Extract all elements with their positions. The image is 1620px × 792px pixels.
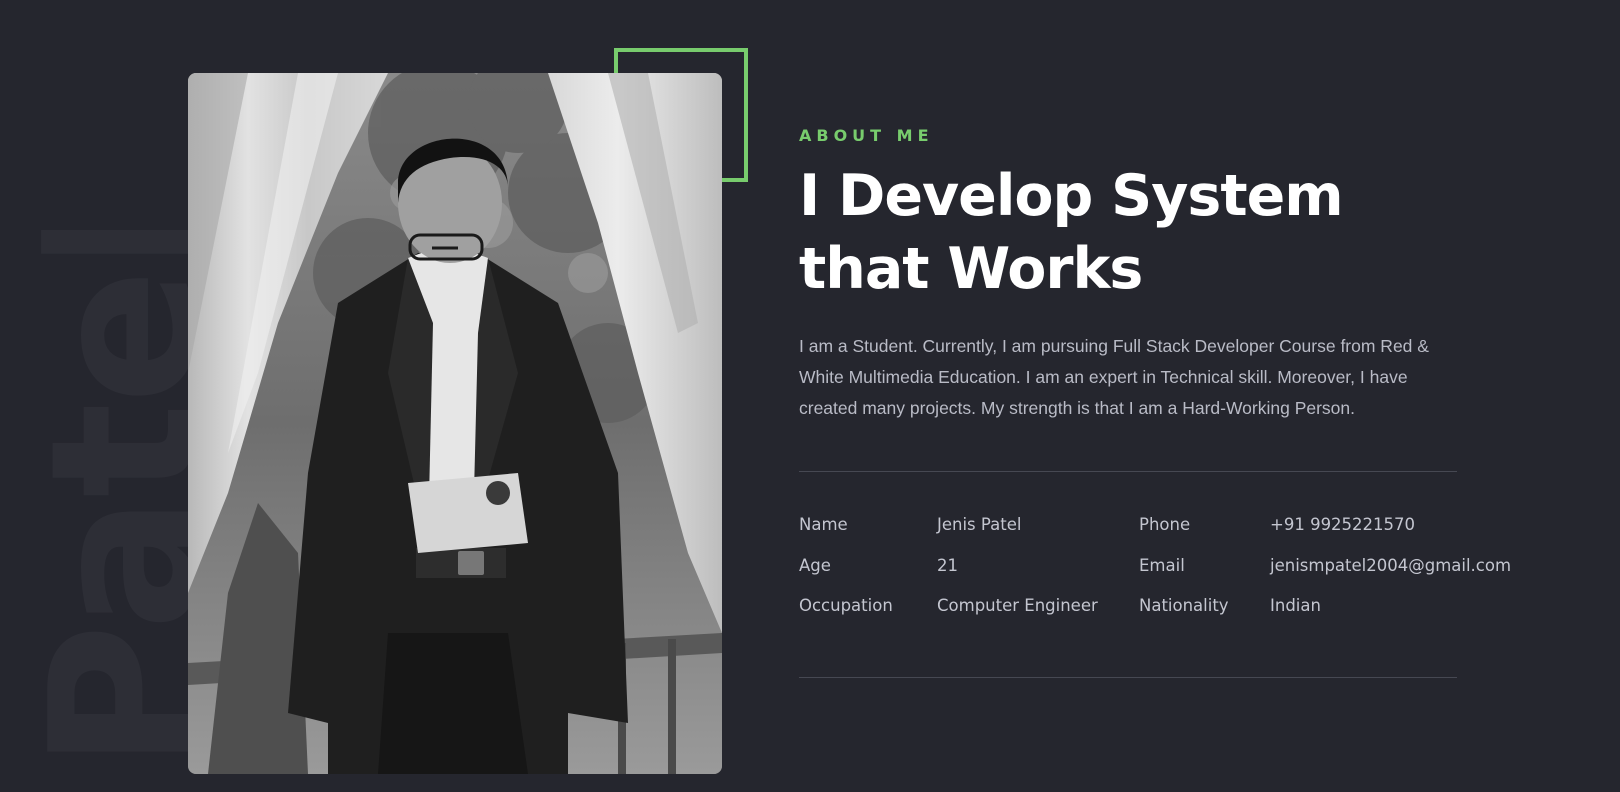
personal-info-grid: Name Jenis Patel Phone +91 9925221570 Ag… <box>799 513 1559 635</box>
info-label-nationality: Nationality <box>1139 596 1229 615</box>
info-value-age: 21 <box>937 556 958 575</box>
profile-photo <box>188 73 722 774</box>
info-row: Age 21 Email jenismpatel2004@gmail.com <box>799 554 1559 595</box>
info-label-name: Name <box>799 515 848 534</box>
divider-top <box>799 471 1457 472</box>
info-row: Occupation Computer Engineer Nationality… <box>799 594 1559 635</box>
section-eyebrow: ABOUT ME <box>799 126 934 145</box>
info-label-occupation: Occupation <box>799 596 893 615</box>
info-row: Name Jenis Patel Phone +91 9925221570 <box>799 513 1559 554</box>
info-value-name: Jenis Patel <box>937 515 1022 534</box>
info-label-phone: Phone <box>1139 515 1191 534</box>
info-label-email: Email <box>1139 556 1185 575</box>
info-value-phone[interactable]: +91 9925221570 <box>1270 513 1415 537</box>
background-watermark: Patel <box>40 230 210 770</box>
info-value-occupation: Computer Engineer <box>937 596 1098 615</box>
about-heading: I Develop System that Works <box>799 163 1344 302</box>
info-value-email[interactable]: jenismpatel2004@gmail.com <box>1270 554 1511 578</box>
watermark-text: Patel <box>40 230 210 770</box>
info-label-age: Age <box>799 556 831 575</box>
about-bio: I am a Student. Currently, I am pursuing… <box>799 336 1429 418</box>
info-value-nationality: Indian <box>1270 596 1321 615</box>
divider-bottom <box>799 677 1457 678</box>
